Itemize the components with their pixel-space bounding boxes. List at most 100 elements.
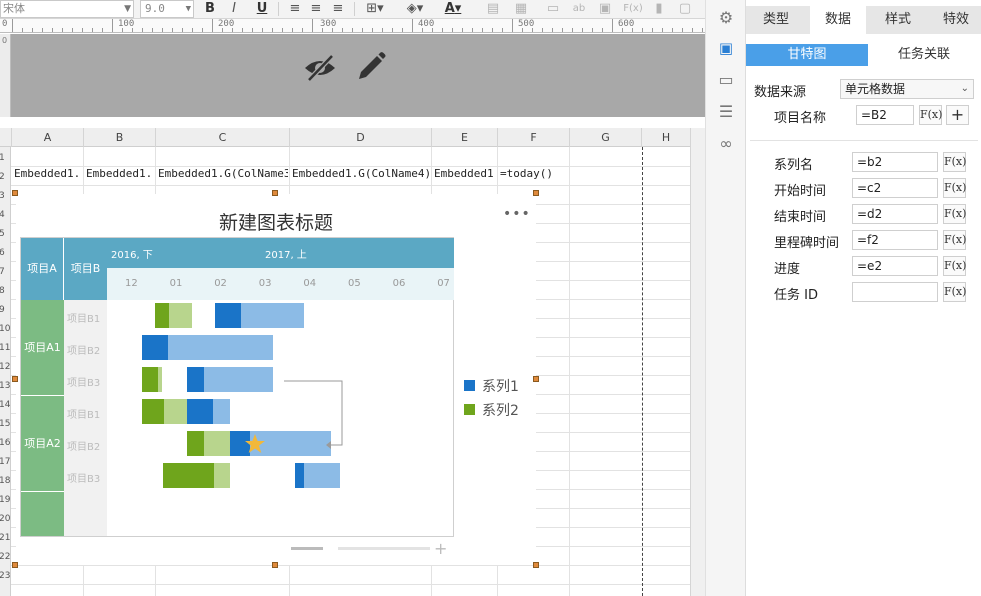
border-icon[interactable]: ⊞▾ xyxy=(362,0,388,18)
row-number[interactable]: 3 xyxy=(0,191,5,201)
resize-handle[interactable] xyxy=(272,190,278,196)
field-input[interactable]: =e2 xyxy=(852,256,938,276)
panel-icon[interactable]: ▭ xyxy=(716,70,736,90)
eye-off-icon[interactable] xyxy=(302,50,338,86)
more-options-icon[interactable]: ••• xyxy=(503,206,531,222)
row-number[interactable]: 20 xyxy=(0,514,10,524)
subtab-task-link[interactable]: 任务关联 xyxy=(868,44,980,66)
formula-button[interactable]: F(x) xyxy=(919,105,942,125)
row-number[interactable]: 12 xyxy=(0,362,10,372)
column-header[interactable]: F xyxy=(498,128,570,147)
formula-button[interactable]: F(x) xyxy=(943,204,966,224)
row-number[interactable]: 10 xyxy=(0,324,10,334)
zoom-slider[interactable] xyxy=(338,547,430,550)
column-header[interactable]: A xyxy=(12,128,84,147)
field-input[interactable]: =b2 xyxy=(852,152,938,172)
row-number[interactable]: 18 xyxy=(0,476,10,486)
row-number[interactable]: 15 xyxy=(0,419,10,429)
column-header[interactable]: H xyxy=(642,128,690,147)
italic-button[interactable]: I xyxy=(226,0,242,18)
fill-color-icon[interactable]: ◈▾ xyxy=(402,0,428,18)
field-input[interactable] xyxy=(852,282,938,302)
text-icon[interactable]: ab xyxy=(570,0,588,18)
row-number[interactable]: 23 xyxy=(0,571,10,581)
pencil-icon[interactable] xyxy=(354,50,388,84)
legend-series1[interactable]: 系列1 xyxy=(482,376,519,396)
tab-data[interactable]: 数据 xyxy=(810,6,866,34)
row-number[interactable]: 2 xyxy=(0,172,5,182)
formula-button[interactable]: F(x) xyxy=(943,152,966,172)
gantt-chart[interactable]: 新建图表标题 ••• 项目A 项目B 2016, 下 2017, 上 12 01 0… xyxy=(16,194,536,565)
vertical-scrollbar[interactable] xyxy=(690,128,705,596)
row-number[interactable]: 9 xyxy=(0,305,5,315)
resize-handle[interactable] xyxy=(272,562,278,568)
resize-handle[interactable] xyxy=(533,376,539,382)
chart-icon[interactable]: ▮ xyxy=(650,0,668,18)
column-header[interactable]: D xyxy=(290,128,432,147)
widget-properties-icon[interactable]: ▣ xyxy=(716,38,736,58)
legend-series2[interactable]: 系列2 xyxy=(482,400,519,420)
row-number[interactable]: 17 xyxy=(0,457,10,467)
align-left-icon[interactable]: ≡ xyxy=(287,0,303,18)
subtab-gantt[interactable]: 甘特图 xyxy=(746,44,868,66)
row-number[interactable]: 5 xyxy=(0,229,5,239)
text-color-button[interactable]: A▾ xyxy=(440,0,466,18)
resize-handle[interactable] xyxy=(12,190,18,196)
font-name-select[interactable]: 宋体 ▼ xyxy=(0,0,134,18)
formula-button[interactable]: F(x) xyxy=(943,256,966,276)
row-number[interactable]: 21 xyxy=(0,533,10,543)
chart-title[interactable]: 新建图表标题 xyxy=(16,208,536,235)
project-name-input[interactable]: =B2 xyxy=(856,105,914,125)
column-header[interactable]: E xyxy=(432,128,498,147)
zoom-plus-icon[interactable]: + xyxy=(434,539,447,558)
tab-effects[interactable]: 特效 xyxy=(930,6,981,34)
resize-handle[interactable] xyxy=(533,190,539,196)
formula-button[interactable]: F(x) xyxy=(943,230,966,250)
table-icon[interactable]: ▦ xyxy=(512,0,530,18)
row-number[interactable]: 11 xyxy=(0,343,10,353)
resize-handle[interactable] xyxy=(533,562,539,568)
cell-properties-icon[interactable]: ⚙ xyxy=(716,8,736,28)
corner-cell[interactable] xyxy=(0,128,12,147)
row-number[interactable]: 4 xyxy=(0,210,5,220)
cell-c2[interactable]: Embedded1.G(ColName3) xyxy=(158,167,288,180)
row-number[interactable]: 1 xyxy=(0,153,5,163)
cell-f2[interactable]: =today() xyxy=(500,167,568,180)
underline-button[interactable]: U xyxy=(254,0,270,18)
row-number[interactable]: 22 xyxy=(0,552,10,562)
resize-handle[interactable] xyxy=(12,376,18,382)
cell-a2[interactable]: Embedded1. xyxy=(14,167,82,180)
add-icon[interactable]: + xyxy=(946,105,969,125)
zoom-minus-icon[interactable] xyxy=(291,547,323,550)
tab-style[interactable]: 样式 xyxy=(870,6,926,34)
data-source-select[interactable]: 单元格数据 ⌄ xyxy=(840,79,974,99)
resize-handle[interactable] xyxy=(12,562,18,568)
frame-icon[interactable]: ▢ xyxy=(676,0,694,18)
image-icon[interactable]: ▣ xyxy=(596,0,614,18)
link-icon[interactable]: ∞ xyxy=(716,134,736,154)
merge-icon[interactable]: ▤ xyxy=(484,0,502,18)
formula-button[interactable]: F(x) xyxy=(943,178,966,198)
field-input[interactable]: =f2 xyxy=(852,230,938,250)
align-right-icon[interactable]: ≡ xyxy=(330,0,346,18)
row-number[interactable]: 7 xyxy=(0,267,5,277)
row-number[interactable]: 19 xyxy=(0,495,10,505)
field-input[interactable]: =c2 xyxy=(852,178,938,198)
row-number[interactable]: 16 xyxy=(0,438,10,448)
cell-b2[interactable]: Embedded1. xyxy=(86,167,154,180)
tab-type[interactable]: 类型 xyxy=(746,6,806,34)
row-number[interactable]: 14 xyxy=(0,400,10,410)
cell-e2[interactable]: Embedded1. xyxy=(434,167,496,180)
report-header-band[interactable]: 0 xyxy=(0,34,705,117)
formula-button[interactable]: F(x) xyxy=(943,282,966,302)
cell-d2[interactable]: Embedded1.G(ColName4) xyxy=(292,167,430,180)
layer-icon[interactable]: ☰ xyxy=(716,102,736,122)
column-header[interactable]: G xyxy=(570,128,642,147)
field-input[interactable]: =d2 xyxy=(852,204,938,224)
font-size-select[interactable]: 9.0 ▼ xyxy=(140,0,194,18)
row-number[interactable]: 6 xyxy=(0,248,5,258)
column-header[interactable]: C xyxy=(156,128,290,147)
insert-icon[interactable]: ▭ xyxy=(544,0,562,18)
formula-icon[interactable]: F(x) xyxy=(622,0,644,18)
column-header[interactable]: B xyxy=(84,128,156,147)
